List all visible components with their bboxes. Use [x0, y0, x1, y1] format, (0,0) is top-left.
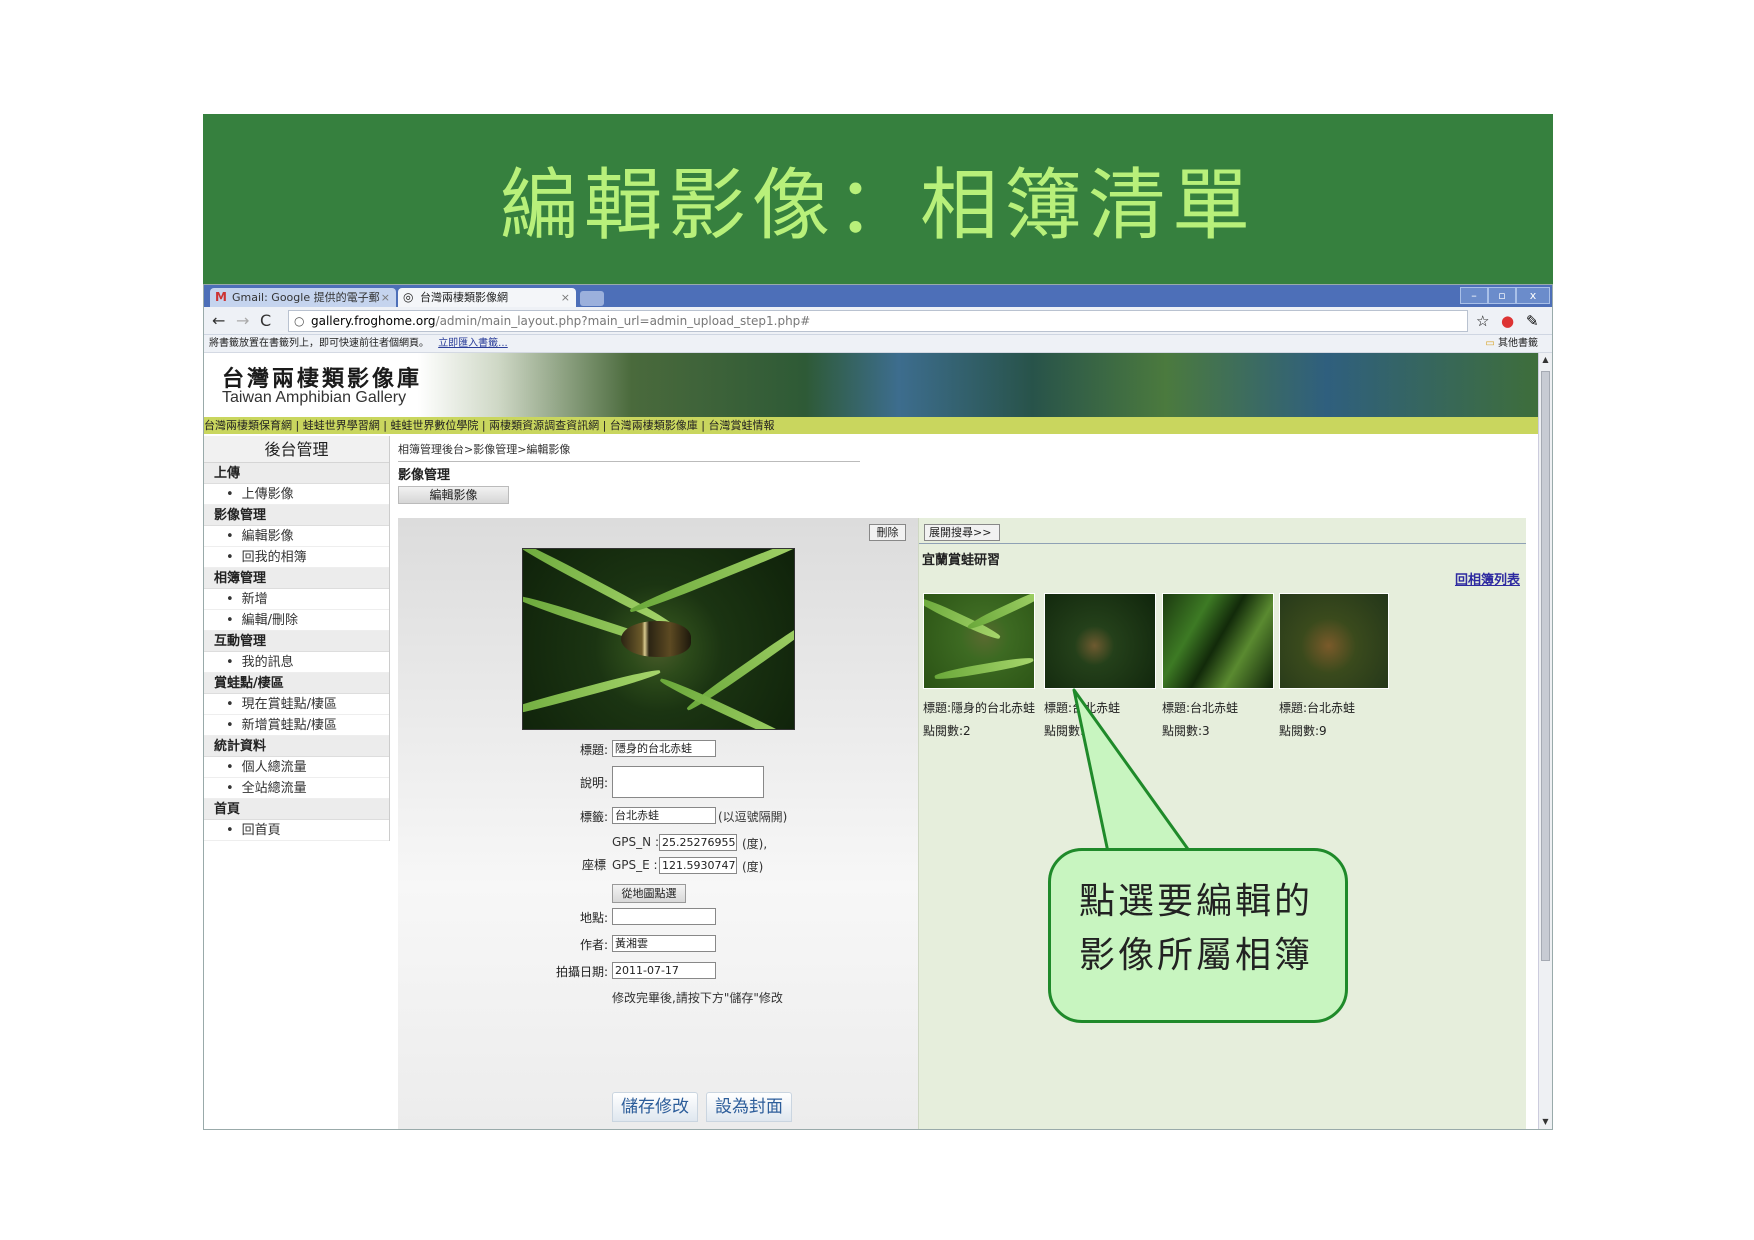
- callout-line-2: 影像所屬相簿: [1079, 935, 1314, 976]
- callout-text: 點選要編輯的 影像所屬相簿: [1079, 875, 1329, 983]
- callout-pointer: [1072, 688, 1192, 854]
- callout-box: 點選要編輯的 影像所屬相簿: [1048, 848, 1348, 1023]
- callout-line-1: 點選要編輯的: [1079, 881, 1314, 922]
